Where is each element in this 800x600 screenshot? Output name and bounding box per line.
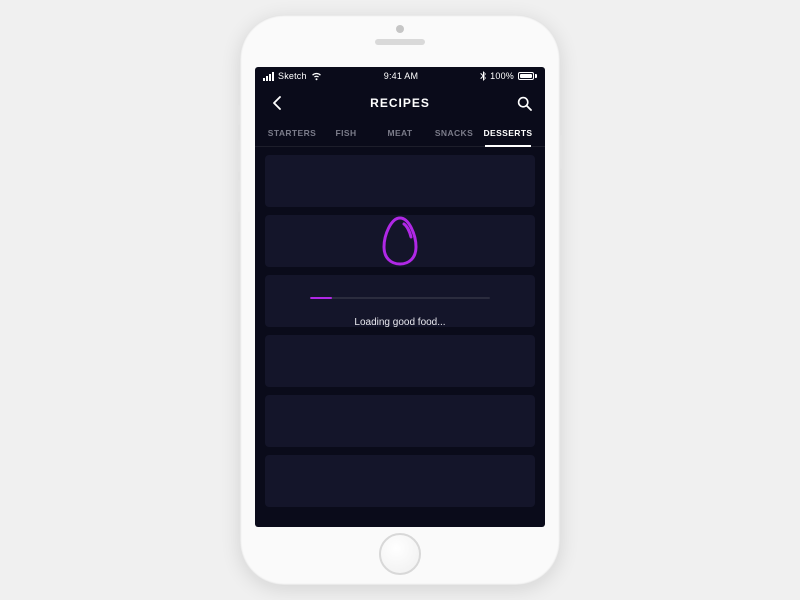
carrier-label: Sketch [278,71,307,81]
battery-percentage: 100% [490,71,514,81]
tab-desserts[interactable]: DESSERTS [481,121,535,146]
volume-up-button [237,140,240,172]
nav-bar: RECIPES [255,85,545,121]
wifi-icon [311,72,322,81]
bluetooth-icon [480,71,486,81]
search-button[interactable] [515,94,533,112]
recipe-placeholder [265,395,535,447]
loading-progress-fill [310,297,332,299]
recipe-placeholder [265,455,535,507]
tab-snacks[interactable]: SNACKS [427,121,481,146]
recipe-placeholder [265,335,535,387]
status-time: 9:41 AM [384,71,418,81]
power-button [560,135,563,169]
loading-overlay: Loading good food... [255,215,545,328]
signal-icon [263,72,274,81]
mute-switch [237,105,240,125]
tab-starters[interactable]: STARTERS [265,121,319,146]
tab-fish[interactable]: FISH [319,121,373,146]
battery-icon [518,72,537,80]
search-icon [517,96,532,111]
back-button[interactable] [267,94,285,112]
page-title: RECIPES [370,96,430,110]
phone-screen: Sketch 9:41 AM 100% RECIPES [255,67,545,527]
egg-icon [380,215,420,267]
recipe-list: Loading good food... [255,147,545,515]
status-bar: Sketch 9:41 AM 100% [255,67,545,85]
loading-progress-bar [310,297,490,299]
phone-camera-dot [396,25,404,33]
status-right: 100% [480,71,537,81]
recipe-placeholder [265,155,535,207]
tab-meat[interactable]: MEAT [373,121,427,146]
phone-speaker [375,39,425,45]
chevron-left-icon [272,96,281,110]
home-button[interactable] [379,533,421,575]
phone-frame: Sketch 9:41 AM 100% RECIPES [240,15,560,585]
status-left: Sketch [263,71,322,81]
loading-text: Loading good food... [354,317,445,328]
category-tabs: STARTERS FISH MEAT SNACKS DESSERTS [255,121,545,147]
volume-down-button [237,180,240,212]
